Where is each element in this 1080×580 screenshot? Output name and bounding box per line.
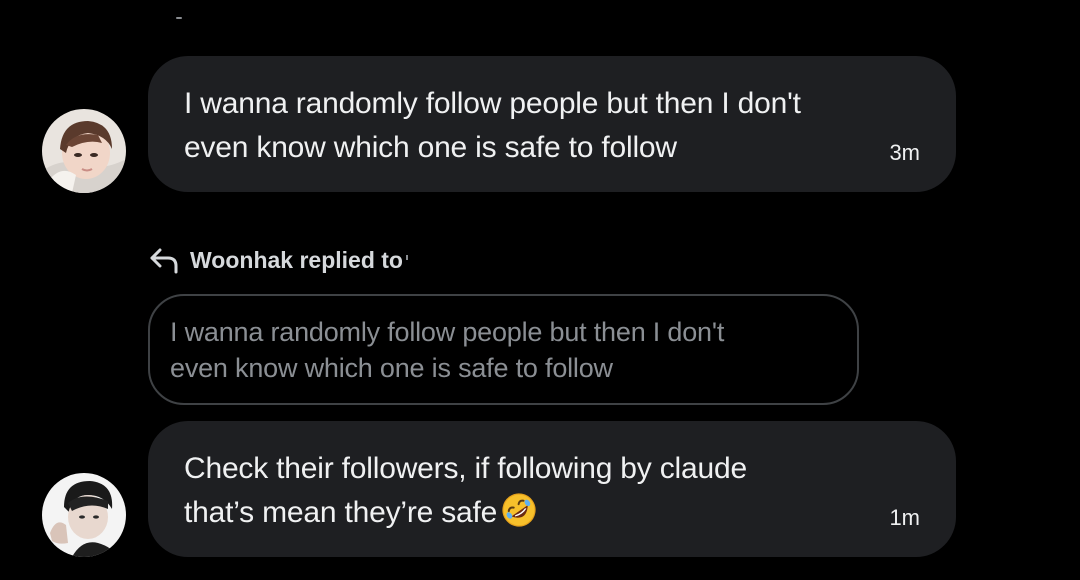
avatar-photo-icon (42, 109, 126, 193)
message-line: that’s mean they’re safe (184, 496, 498, 529)
message-text: Check their followers, if following by c… (184, 447, 884, 535)
quoted-line: even know which one is safe to follow (170, 353, 613, 383)
message-line: Check their followers, if following by c… (184, 452, 747, 485)
message-timestamp: 3m (889, 140, 920, 165)
quoted-line: I wanna randomly follow people but then … (170, 317, 725, 347)
reply-header: Woonhak replied to (148, 242, 408, 278)
message-text: I wanna randomly follow people but then … (184, 82, 884, 170)
top-divider-mark (176, 17, 182, 19)
avatar-photo-icon (42, 473, 126, 557)
avatar[interactable] (42, 109, 126, 193)
reply-arrow-icon (150, 248, 178, 274)
message-bubble[interactable]: Check their followers, if following by c… (148, 421, 956, 557)
message-bubble[interactable]: I wanna randomly follow people but then … (148, 56, 956, 192)
quoted-message[interactable]: I wanna randomly follow people but then … (148, 294, 859, 405)
message-line-with-emoji: that’s mean they’re safe (184, 491, 884, 535)
reply-target-mark (405, 254, 408, 260)
reply-label: Woonhak replied to (190, 246, 403, 273)
rolling-on-the-floor-laughing-icon (502, 493, 536, 527)
avatar[interactable] (42, 473, 126, 557)
message-timestamp: 1m (889, 505, 920, 530)
quoted-text: I wanna randomly follow people but then … (170, 314, 724, 386)
message-line: even know which one is safe to follow (184, 131, 677, 164)
message-line: I wanna randomly follow people but then … (184, 87, 801, 120)
